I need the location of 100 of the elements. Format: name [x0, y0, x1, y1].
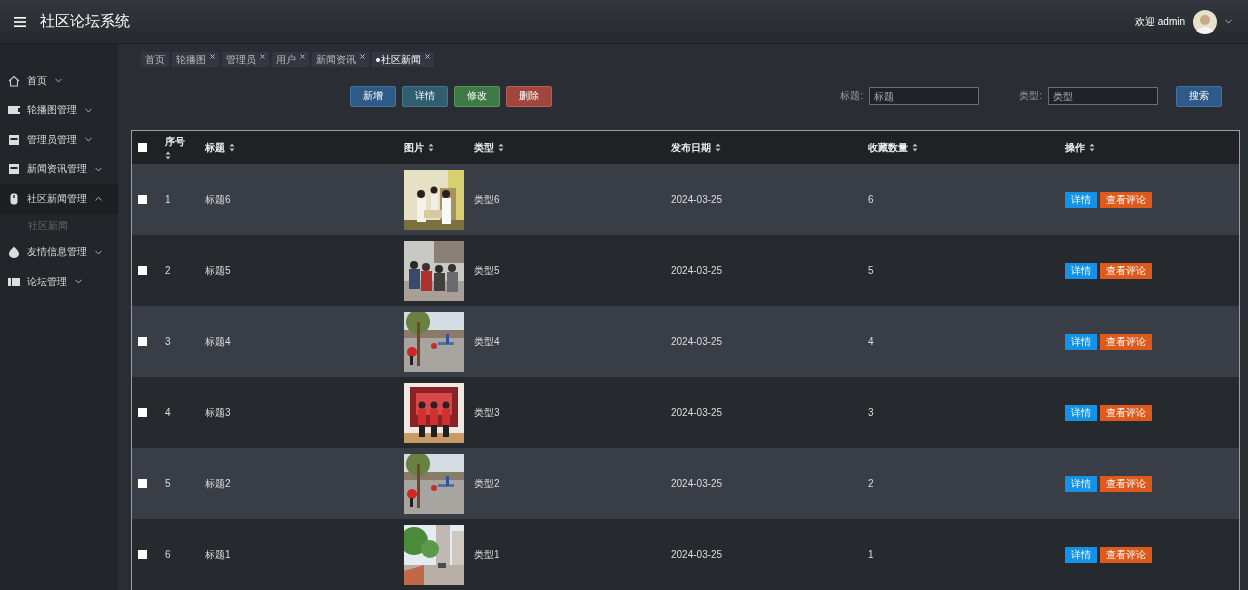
- table-cell: 类型6: [474, 192, 500, 207]
- chevron-icon: [75, 279, 82, 285]
- toolbar-button[interactable]: 新增: [350, 85, 396, 107]
- sort-icon: [229, 143, 235, 152]
- table-cell: 4: [165, 407, 171, 418]
- chevron-icon: [55, 78, 62, 84]
- chevron-icon: [85, 107, 92, 113]
- sidebar-item[interactable]: 首页: [0, 66, 118, 96]
- table-cell: 1: [868, 549, 874, 560]
- sidebar-item[interactable]: 管理员管理: [0, 125, 118, 155]
- action-button[interactable]: 查看评论: [1100, 191, 1152, 208]
- mouse-icon: [8, 192, 20, 205]
- welcome-text: 欢迎 admin: [1135, 14, 1185, 29]
- column-header[interactable]: 图片: [404, 140, 424, 155]
- checkbox[interactable]: [138, 550, 147, 559]
- app-title: 社区论坛系统: [40, 12, 131, 31]
- close-icon: [300, 54, 305, 59]
- checkbox[interactable]: [138, 195, 147, 204]
- sidebar-item[interactable]: 友情信息管理: [0, 237, 118, 267]
- checkbox[interactable]: [138, 337, 147, 346]
- table-cell: 2024-03-25: [671, 478, 723, 489]
- table-cell: 3: [165, 336, 171, 347]
- table-cell: 2024-03-25: [671, 549, 723, 560]
- table-cell: 类型5: [474, 263, 500, 278]
- tab[interactable]: 新闻资讯: [312, 52, 369, 67]
- toolbar-button[interactable]: 详情: [402, 85, 448, 107]
- sort-icon: [715, 143, 721, 152]
- action-button[interactable]: 查看评论: [1100, 262, 1152, 279]
- sort-icon: [912, 143, 918, 152]
- close-icon: [260, 54, 265, 59]
- sidebar-item[interactable]: 新闻资讯管理: [0, 154, 118, 184]
- close-icon: [360, 54, 365, 59]
- table-cell: 1: [165, 194, 171, 205]
- column-header[interactable]: 标题: [205, 140, 225, 155]
- chevron-icon: [95, 249, 102, 255]
- table-cell: 5: [165, 478, 171, 489]
- table-cell: 6: [868, 194, 874, 205]
- sidebar-item[interactable]: 轮播图管理: [0, 95, 118, 125]
- menu-icon: [14, 16, 26, 27]
- table-cell: 2024-03-25: [671, 194, 723, 205]
- checkbox[interactable]: [138, 266, 147, 275]
- table-cell: 5: [868, 265, 874, 276]
- table-cell: 类型3: [474, 405, 500, 420]
- chevron-icon: [95, 196, 102, 202]
- banner-icon: [8, 104, 20, 117]
- table-cell: 标题6: [205, 192, 231, 207]
- chevron-icon: [1225, 19, 1232, 24]
- tab[interactable]: 首页: [141, 52, 169, 67]
- table-cell: 类型1: [474, 547, 500, 562]
- tab[interactable]: 用户: [272, 52, 309, 67]
- column-header[interactable]: 发布日期: [671, 140, 711, 155]
- table-cell: 标题2: [205, 476, 231, 491]
- field-label: 类型:: [1019, 89, 1042, 103]
- sidebar-item[interactable]: 论坛管理: [0, 267, 118, 297]
- search-field[interactable]: 类型: [1048, 87, 1158, 105]
- table-cell: 标题1: [205, 547, 231, 562]
- chevron-icon: [95, 166, 102, 172]
- chevron-icon: [85, 137, 92, 143]
- action-button[interactable]: 查看评论: [1100, 404, 1152, 421]
- table-cell: 类型4: [474, 334, 500, 349]
- tab[interactable]: 社区新闻: [372, 52, 434, 67]
- sort-icon: [498, 143, 504, 152]
- table-cell: 4: [868, 336, 874, 347]
- table-cell: 2: [868, 478, 874, 489]
- window-icon: [8, 133, 20, 146]
- toolbar-button[interactable]: 修改: [454, 85, 500, 107]
- home-icon: [8, 74, 20, 87]
- table-cell: 2024-03-25: [671, 336, 723, 347]
- action-button[interactable]: 查看评论: [1100, 546, 1152, 563]
- search-button[interactable]: 搜索: [1176, 85, 1222, 107]
- tab[interactable]: 轮播图: [172, 52, 219, 67]
- avatar-icon: [1193, 9, 1217, 34]
- checkbox[interactable]: [138, 143, 147, 152]
- table-cell: 标题3: [205, 405, 231, 420]
- table-cell: 6: [165, 549, 171, 560]
- checkbox[interactable]: [138, 408, 147, 417]
- column-header[interactable]: 操作: [1065, 140, 1085, 155]
- window-icon: [8, 163, 20, 176]
- sort-icon: [1089, 143, 1095, 152]
- search-field[interactable]: 标题: [869, 87, 980, 105]
- table-cell: 2: [165, 265, 171, 276]
- tab[interactable]: 管理员: [222, 52, 269, 67]
- sort-icon: [428, 143, 434, 152]
- column-header[interactable]: 收藏数量: [868, 140, 908, 155]
- action-button[interactable]: 查看评论: [1100, 333, 1152, 350]
- table-cell: 标题5: [205, 263, 231, 278]
- table-cell: 2024-03-25: [671, 265, 723, 276]
- drop-icon: [8, 246, 20, 259]
- close-icon: [425, 54, 430, 59]
- close-icon: [210, 54, 215, 59]
- book-icon: [8, 275, 20, 288]
- sidebar-item[interactable]: 社区新闻管理: [0, 184, 118, 214]
- field-label: 标题:: [840, 89, 864, 103]
- table-cell: 2024-03-25: [671, 407, 723, 418]
- table-cell: 3: [868, 407, 874, 418]
- checkbox[interactable]: [138, 479, 147, 488]
- table-cell: 类型2: [474, 476, 500, 491]
- action-button[interactable]: 查看评论: [1100, 475, 1152, 492]
- toolbar-button[interactable]: 删除: [506, 85, 552, 107]
- column-header[interactable]: 类型: [474, 140, 494, 155]
